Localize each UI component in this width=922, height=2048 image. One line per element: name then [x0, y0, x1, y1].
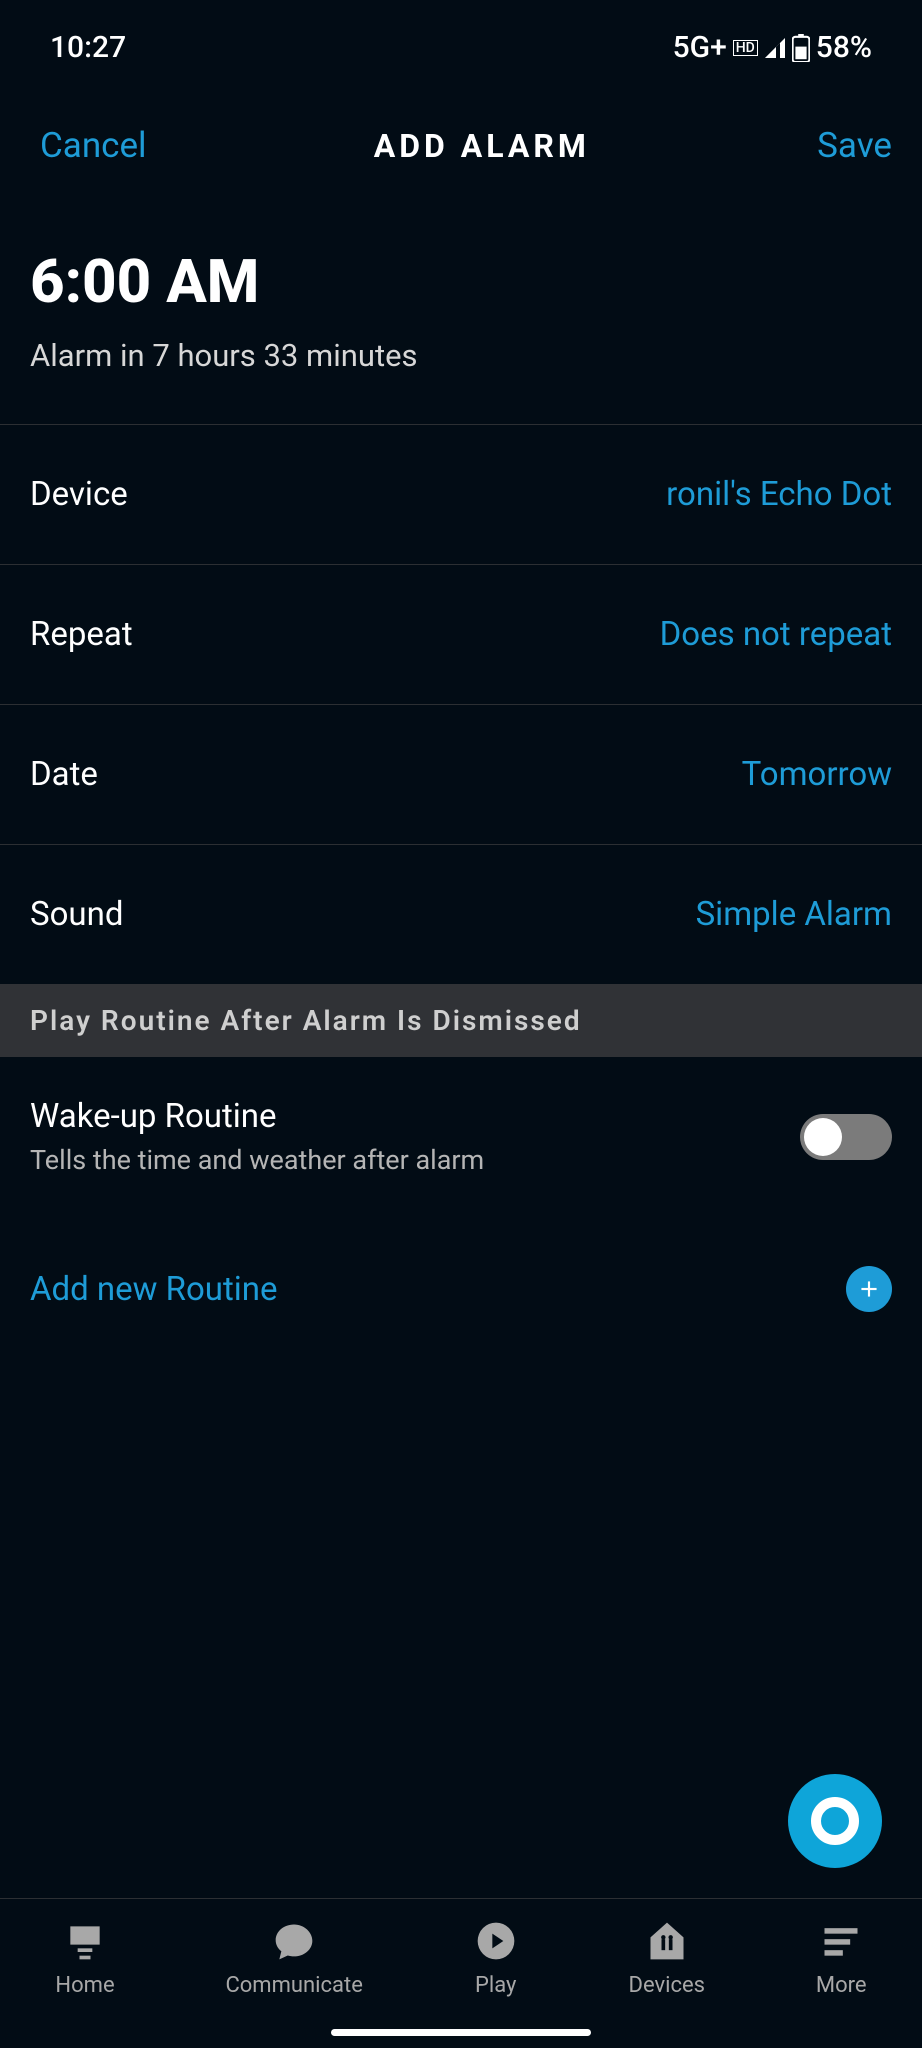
- nav-more-label: More: [816, 1973, 867, 1998]
- header: Cancel ADD ALARM Save: [0, 85, 922, 206]
- row-sound-label: Sound: [30, 895, 123, 934]
- nav-communicate-label: Communicate: [225, 1973, 362, 1998]
- nav-home[interactable]: Home: [55, 1919, 114, 1998]
- row-device-label: Device: [30, 475, 128, 514]
- more-icon: [819, 1919, 863, 1963]
- home-icon: [63, 1919, 107, 1963]
- nav-devices-label: Devices: [629, 1973, 706, 1998]
- battery-icon: [792, 34, 810, 62]
- alexa-icon: [811, 1797, 859, 1845]
- wakeup-routine-title: Wake-up Routine: [30, 1097, 484, 1136]
- nav-communicate[interactable]: Communicate: [225, 1919, 362, 1998]
- alarm-time[interactable]: 6:00 AM: [0, 206, 922, 327]
- nav-play[interactable]: Play: [474, 1919, 518, 1998]
- nav-home-label: Home: [55, 1973, 114, 1998]
- status-time: 10:27: [50, 30, 126, 65]
- row-device[interactable]: Device ronil's Echo Dot: [0, 424, 922, 564]
- bottom-nav: Home Communicate Play Devices More: [0, 1898, 922, 2048]
- row-repeat[interactable]: Repeat Does not repeat: [0, 564, 922, 704]
- play-icon: [474, 1919, 518, 1963]
- nav-devices[interactable]: Devices: [629, 1919, 706, 1998]
- network-label: 5G+: [673, 30, 727, 65]
- home-indicator[interactable]: [331, 2029, 591, 2036]
- battery-label: 58%: [816, 30, 872, 65]
- hd-icon: HD: [733, 40, 758, 56]
- section-header-routine: Play Routine After Alarm Is Dismissed: [0, 984, 922, 1057]
- wakeup-routine-desc: Tells the time and weather after alarm: [30, 1144, 484, 1176]
- signal-icon: [762, 36, 788, 60]
- row-date[interactable]: Date Tomorrow: [0, 704, 922, 844]
- row-date-value: Tomorrow: [742, 755, 892, 794]
- add-routine-plus-icon[interactable]: [846, 1266, 892, 1312]
- row-sound-value: Simple Alarm: [696, 895, 892, 934]
- status-icons: HD: [733, 34, 810, 62]
- row-device-value: ronil's Echo Dot: [666, 475, 892, 514]
- add-routine-row[interactable]: Add new Routine: [0, 1206, 922, 1352]
- status-bar: 10:27 5G+ HD 58%: [0, 0, 922, 85]
- alarm-subtitle: Alarm in 7 hours 33 minutes: [0, 327, 922, 424]
- cancel-button[interactable]: Cancel: [40, 125, 147, 166]
- status-right: 5G+ HD 58%: [673, 30, 872, 65]
- toggle-knob: [804, 1118, 842, 1156]
- row-repeat-label: Repeat: [30, 615, 133, 654]
- row-date-label: Date: [30, 755, 98, 794]
- row-sound[interactable]: Sound Simple Alarm: [0, 844, 922, 984]
- row-repeat-value: Does not repeat: [660, 615, 892, 654]
- nav-play-label: Play: [475, 1973, 516, 1998]
- page-title: ADD ALARM: [374, 127, 590, 165]
- devices-icon: [645, 1919, 689, 1963]
- save-button[interactable]: Save: [817, 125, 892, 166]
- wakeup-routine-row: Wake-up Routine Tells the time and weath…: [0, 1057, 922, 1206]
- alexa-fab[interactable]: [788, 1774, 882, 1868]
- nav-more[interactable]: More: [816, 1919, 867, 1998]
- communicate-icon: [272, 1919, 316, 1963]
- wakeup-routine-toggle[interactable]: [800, 1114, 892, 1160]
- add-routine-label: Add new Routine: [30, 1270, 278, 1309]
